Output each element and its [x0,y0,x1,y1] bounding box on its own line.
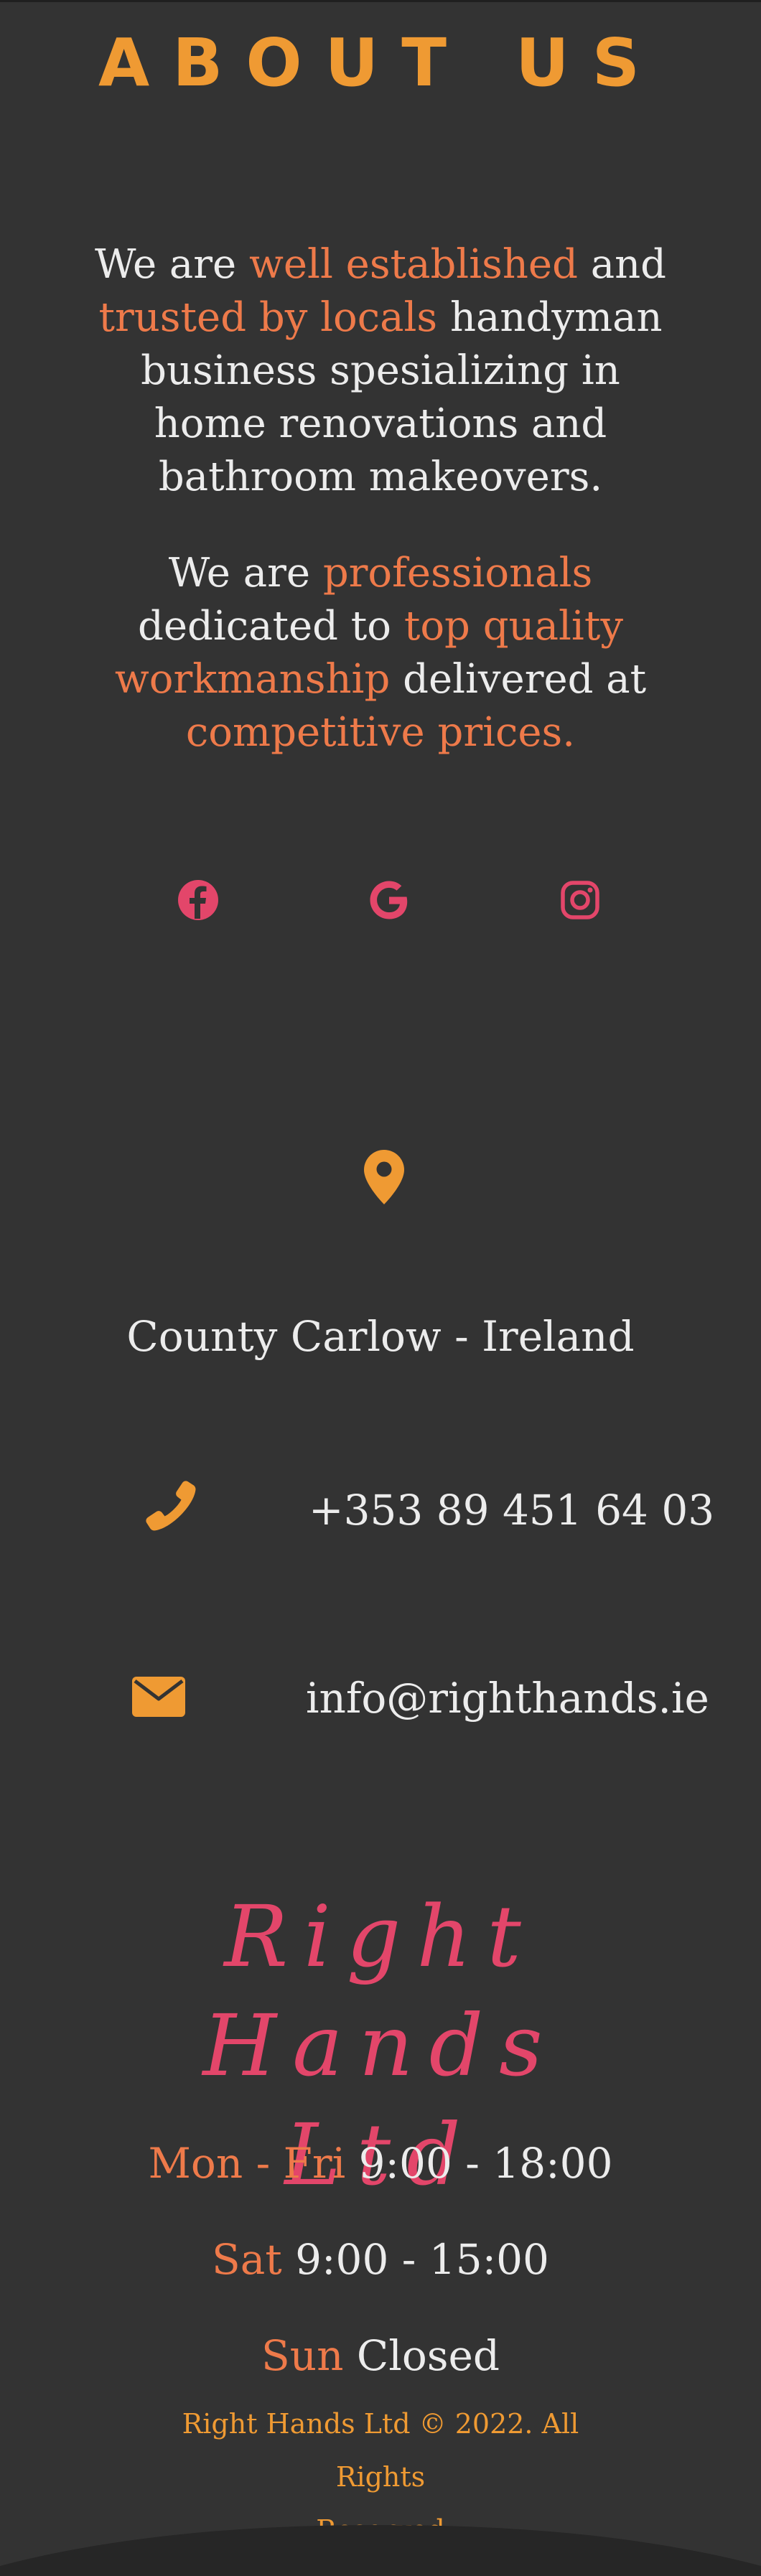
brand-line-1: Right Hands [202,1887,559,2095]
instagram-icon[interactable] [557,877,603,923]
copyright-line-1: Right Hands Ltd © 2022. All Rights [182,2408,579,2493]
email-address[interactable]: info@righthands.ie [306,1669,709,1727]
highlight-text: professionals [322,550,593,596]
about-paragraph-1: We are well established and trusted by l… [93,238,668,504]
about-text: We are [94,241,249,288]
hours-time: 9:00 - 18:00 [358,2139,613,2188]
envelope-icon [132,1677,185,1717]
hours-time: Closed [356,2331,500,2380]
hours-day: Mon - Fri [148,2139,346,2188]
about-text: dedicated to [138,603,404,650]
about-text: delivered at [390,656,647,703]
about-text: We are [168,550,323,596]
hours-time: 9:00 - 15:00 [295,2235,549,2284]
about-text: and [577,241,667,288]
hours-row: Sun Closed [0,2327,761,2384]
about-paragraph-2: We are professionals dedicated to top qu… [93,547,668,759]
address-text: County Carlow - Ireland [126,1312,635,1361]
hours-day: Sat [212,2235,282,2284]
hours-row: Sat 9:00 - 15:00 [0,2231,761,2288]
section-heading: ABOUT US [98,24,663,101]
google-icon[interactable] [366,877,412,923]
map-pin-icon [363,1148,406,1206]
phone-icon [144,1479,198,1533]
top-border [0,0,761,2]
highlight-text: competitive prices. [185,709,576,756]
highlight-text: trusted by locals [98,294,438,341]
facebook-icon[interactable] [175,877,221,923]
bottom-wave-decoration [0,2512,761,2576]
hours-day: Sun [261,2331,344,2380]
phone-number[interactable]: +353 89 451 64 03 [309,1481,714,1539]
hours-row: Mon - Fri 9:00 - 18:00 [0,2135,761,2192]
highlight-text: well established [248,241,578,288]
